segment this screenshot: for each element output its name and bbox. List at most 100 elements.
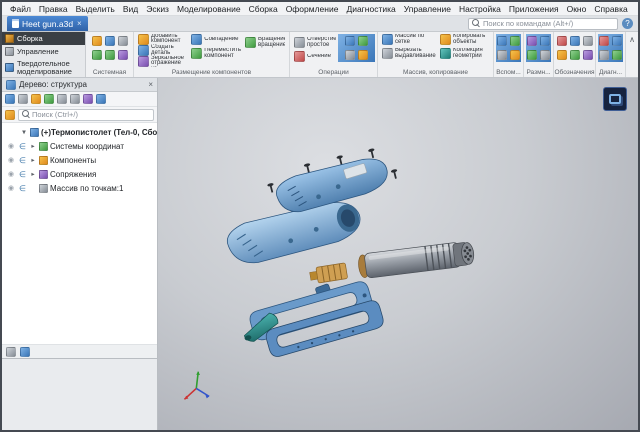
command-search-input[interactable]	[483, 19, 614, 28]
collapse-ribbon-icon[interactable]: ∧	[626, 32, 638, 77]
expand-arrow-icon[interactable]: ▸	[29, 170, 37, 178]
menu-window[interactable]: Окно	[563, 4, 591, 14]
collapse-arrow-icon[interactable]: ▾	[20, 128, 28, 136]
mirror-component-button[interactable]: Зеркальное отражение ко...	[136, 56, 189, 67]
settings-icon[interactable]	[96, 94, 106, 104]
visibility-eye-icon[interactable]: ◉	[6, 170, 16, 178]
menu-assembly[interactable]: Сборка	[245, 4, 282, 14]
menu-diagnostics[interactable]: Диагностика	[342, 4, 399, 14]
scale-icon[interactable]	[527, 50, 537, 60]
roughness-icon[interactable]	[557, 50, 567, 60]
note-icon[interactable]	[570, 36, 580, 46]
extrude-icon[interactable]	[345, 36, 355, 46]
menu-select[interactable]: Выделить	[72, 4, 119, 14]
revolve-icon[interactable]	[358, 36, 368, 46]
tolerance-icon[interactable]	[570, 50, 580, 60]
document-tab[interactable]: Heet gun.a3d ×	[7, 16, 88, 31]
dimension-icon[interactable]	[557, 36, 567, 46]
properties-icon[interactable]	[118, 50, 128, 60]
element-of-icon: ∈	[18, 184, 27, 193]
mirror-body-icon[interactable]	[540, 36, 550, 46]
datum-icon[interactable]	[583, 36, 593, 46]
expand-arrow-icon[interactable]: ▸	[29, 142, 37, 150]
menu-file[interactable]: Файл	[6, 4, 35, 14]
add-component-button[interactable]: Добавить компонент из...	[136, 34, 189, 45]
menu-sketch[interactable]: Эскиз	[142, 4, 173, 14]
chamfer-icon[interactable]	[358, 50, 368, 60]
model-viewport[interactable]	[158, 78, 638, 430]
tree-item-point-array[interactable]: ◉ ∈ Массив по точкам:1	[2, 181, 157, 195]
tree-item-coordinate-systems[interactable]: ◉ ∈ ▸ Системы координат	[2, 139, 157, 153]
grid-array-button[interactable]: Массив по сетке	[380, 34, 438, 45]
translate-icon[interactable]	[540, 50, 550, 60]
tree-item-components[interactable]: ◉ ∈ ▸ Компоненты	[2, 153, 157, 167]
fillet-icon[interactable]	[345, 50, 355, 60]
move-component-button[interactable]: Переместить компонент	[189, 45, 243, 62]
tree-item-mates[interactable]: ◉ ∈ ▸ Сопряжения	[2, 167, 157, 181]
rotation-rotation-button[interactable]: Вращение-вращение	[243, 34, 287, 51]
tree-root-item[interactable]: ▾ (+)Термопистолет (Тел-0, Сборочны...	[2, 125, 157, 139]
grid-view-icon[interactable]	[20, 347, 30, 357]
print-icon[interactable]	[118, 36, 128, 46]
check-icon[interactable]	[612, 36, 622, 46]
create-part-button[interactable]: Создать деталь	[136, 45, 189, 56]
tree-body: ▾ (+)Термопистолет (Тел-0, Сборочны... ◉…	[2, 123, 157, 344]
visibility-eye-icon[interactable]: ◉	[6, 156, 16, 164]
visibility-eye-icon[interactable]: ◉	[6, 142, 16, 150]
filter-funnel-icon[interactable]	[5, 110, 15, 120]
panel-tab-management[interactable]: Управление	[2, 45, 85, 58]
heater-element-part[interactable]	[309, 263, 348, 284]
menu-edit[interactable]: Правка	[35, 4, 72, 14]
app-window: Файл Правка Выделить Вид Эскиз Моделиров…	[0, 0, 640, 432]
save-icon[interactable]	[105, 36, 115, 46]
coincidence-button[interactable]: Совпадение	[189, 34, 243, 45]
menu-management[interactable]: Управление	[400, 4, 455, 14]
sort-icon[interactable]	[44, 94, 54, 104]
expand-all-icon[interactable]	[57, 94, 67, 104]
mass-props-icon[interactable]	[599, 50, 609, 60]
simple-hole-button[interactable]: Отверстие простое	[292, 34, 338, 51]
heat-gun-model[interactable]	[158, 78, 638, 430]
copy-objects-button[interactable]: Копировать объекты	[438, 34, 491, 45]
panel-tab-solid-modeling[interactable]: Твердотельное моделирование	[2, 58, 85, 77]
cut-extrude-button[interactable]: Вырезать выдавливанием	[380, 45, 438, 62]
ribbon-group-notations: Обозначения	[554, 32, 596, 77]
filter-icon[interactable]	[31, 94, 41, 104]
deviation-icon[interactable]	[612, 50, 622, 60]
menu-settings[interactable]: Настройка	[455, 4, 505, 14]
measure-icon[interactable]	[599, 36, 609, 46]
orientation-cube-widget[interactable]	[603, 87, 627, 111]
collapse-all-icon[interactable]	[70, 94, 80, 104]
marker-icon[interactable]	[583, 50, 593, 60]
help-icon[interactable]: ?	[622, 18, 633, 29]
pattern-icon[interactable]	[527, 36, 537, 46]
ribbon: Сборка Управление Твердотельное моделиро…	[2, 32, 638, 78]
component-tree-icon[interactable]	[5, 94, 15, 104]
solid-modeling-icon	[5, 63, 14, 72]
structure-view-icon[interactable]	[18, 94, 28, 104]
aux-axis-icon[interactable]	[510, 36, 520, 46]
redo-icon[interactable]	[105, 50, 115, 60]
relations-icon[interactable]	[83, 94, 93, 104]
aux-plane-icon[interactable]	[497, 36, 507, 46]
menu-applications[interactable]: Приложения	[505, 4, 563, 14]
menu-layout[interactable]: Оформление	[282, 4, 343, 14]
undo-icon[interactable]	[92, 50, 102, 60]
menu-view[interactable]: Вид	[119, 4, 142, 14]
visibility-eye-icon[interactable]: ◉	[6, 184, 16, 192]
section-button[interactable]: Сечение	[292, 51, 338, 62]
close-tab-icon[interactable]: ×	[76, 19, 83, 28]
close-panel-icon[interactable]: ×	[148, 80, 153, 89]
menu-help[interactable]: Справка	[590, 4, 631, 14]
open-document-icon[interactable]	[92, 36, 102, 46]
expand-arrow-icon[interactable]: ▸	[29, 156, 37, 164]
aux-point-icon[interactable]	[497, 50, 507, 60]
panel-tab-assembly[interactable]: Сборка	[2, 32, 85, 45]
barrel-part[interactable]	[357, 240, 475, 279]
list-view-icon[interactable]	[6, 347, 16, 357]
geometry-collection-button[interactable]: Коллекция геометрии	[438, 45, 491, 62]
element-of-icon: ∈	[18, 156, 27, 165]
aux-csys-icon[interactable]	[510, 50, 520, 60]
menu-modeling[interactable]: Моделирование	[173, 4, 245, 14]
tree-search-input[interactable]	[32, 110, 150, 119]
